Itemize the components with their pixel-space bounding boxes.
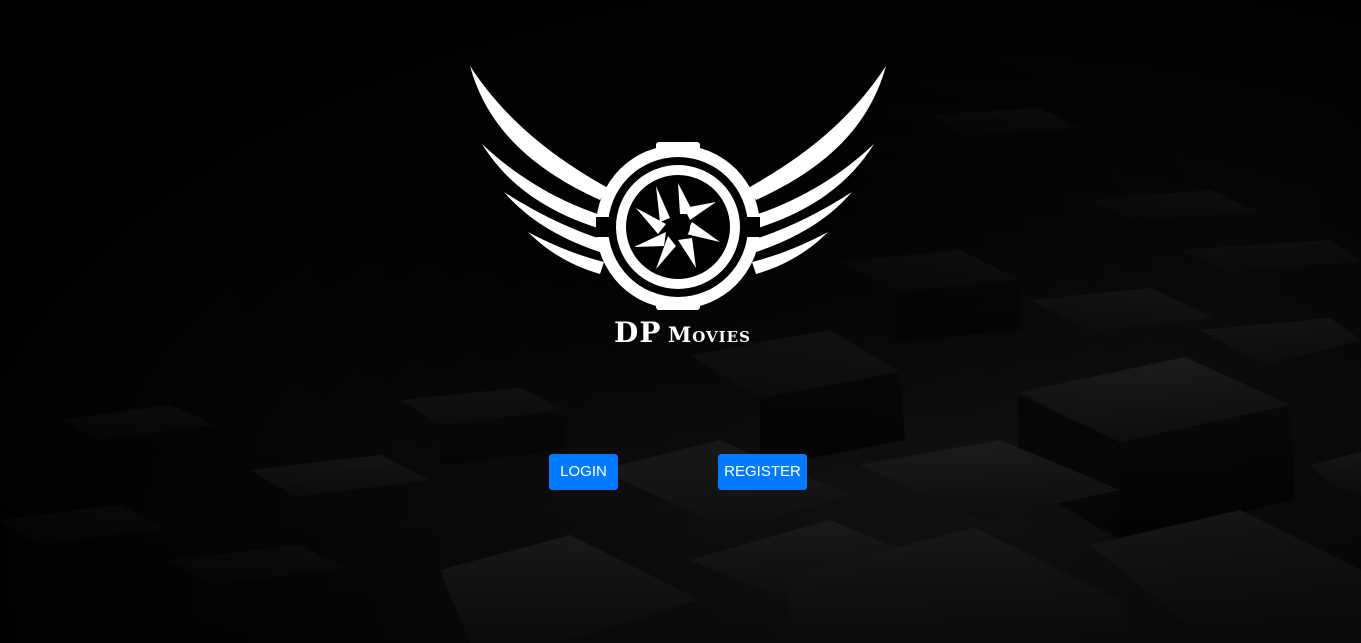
brand-name-suffix: Movies [667,322,751,347]
winged-camera-logo [470,66,886,310]
login-button[interactable]: LOGIN [549,454,618,490]
brand-name: DP Movies [560,316,805,349]
landing-page: DP Movies LOGIN REGISTER [0,0,1361,643]
brand-name-prefix: DP [614,316,662,349]
register-button[interactable]: REGISTER [718,454,807,490]
